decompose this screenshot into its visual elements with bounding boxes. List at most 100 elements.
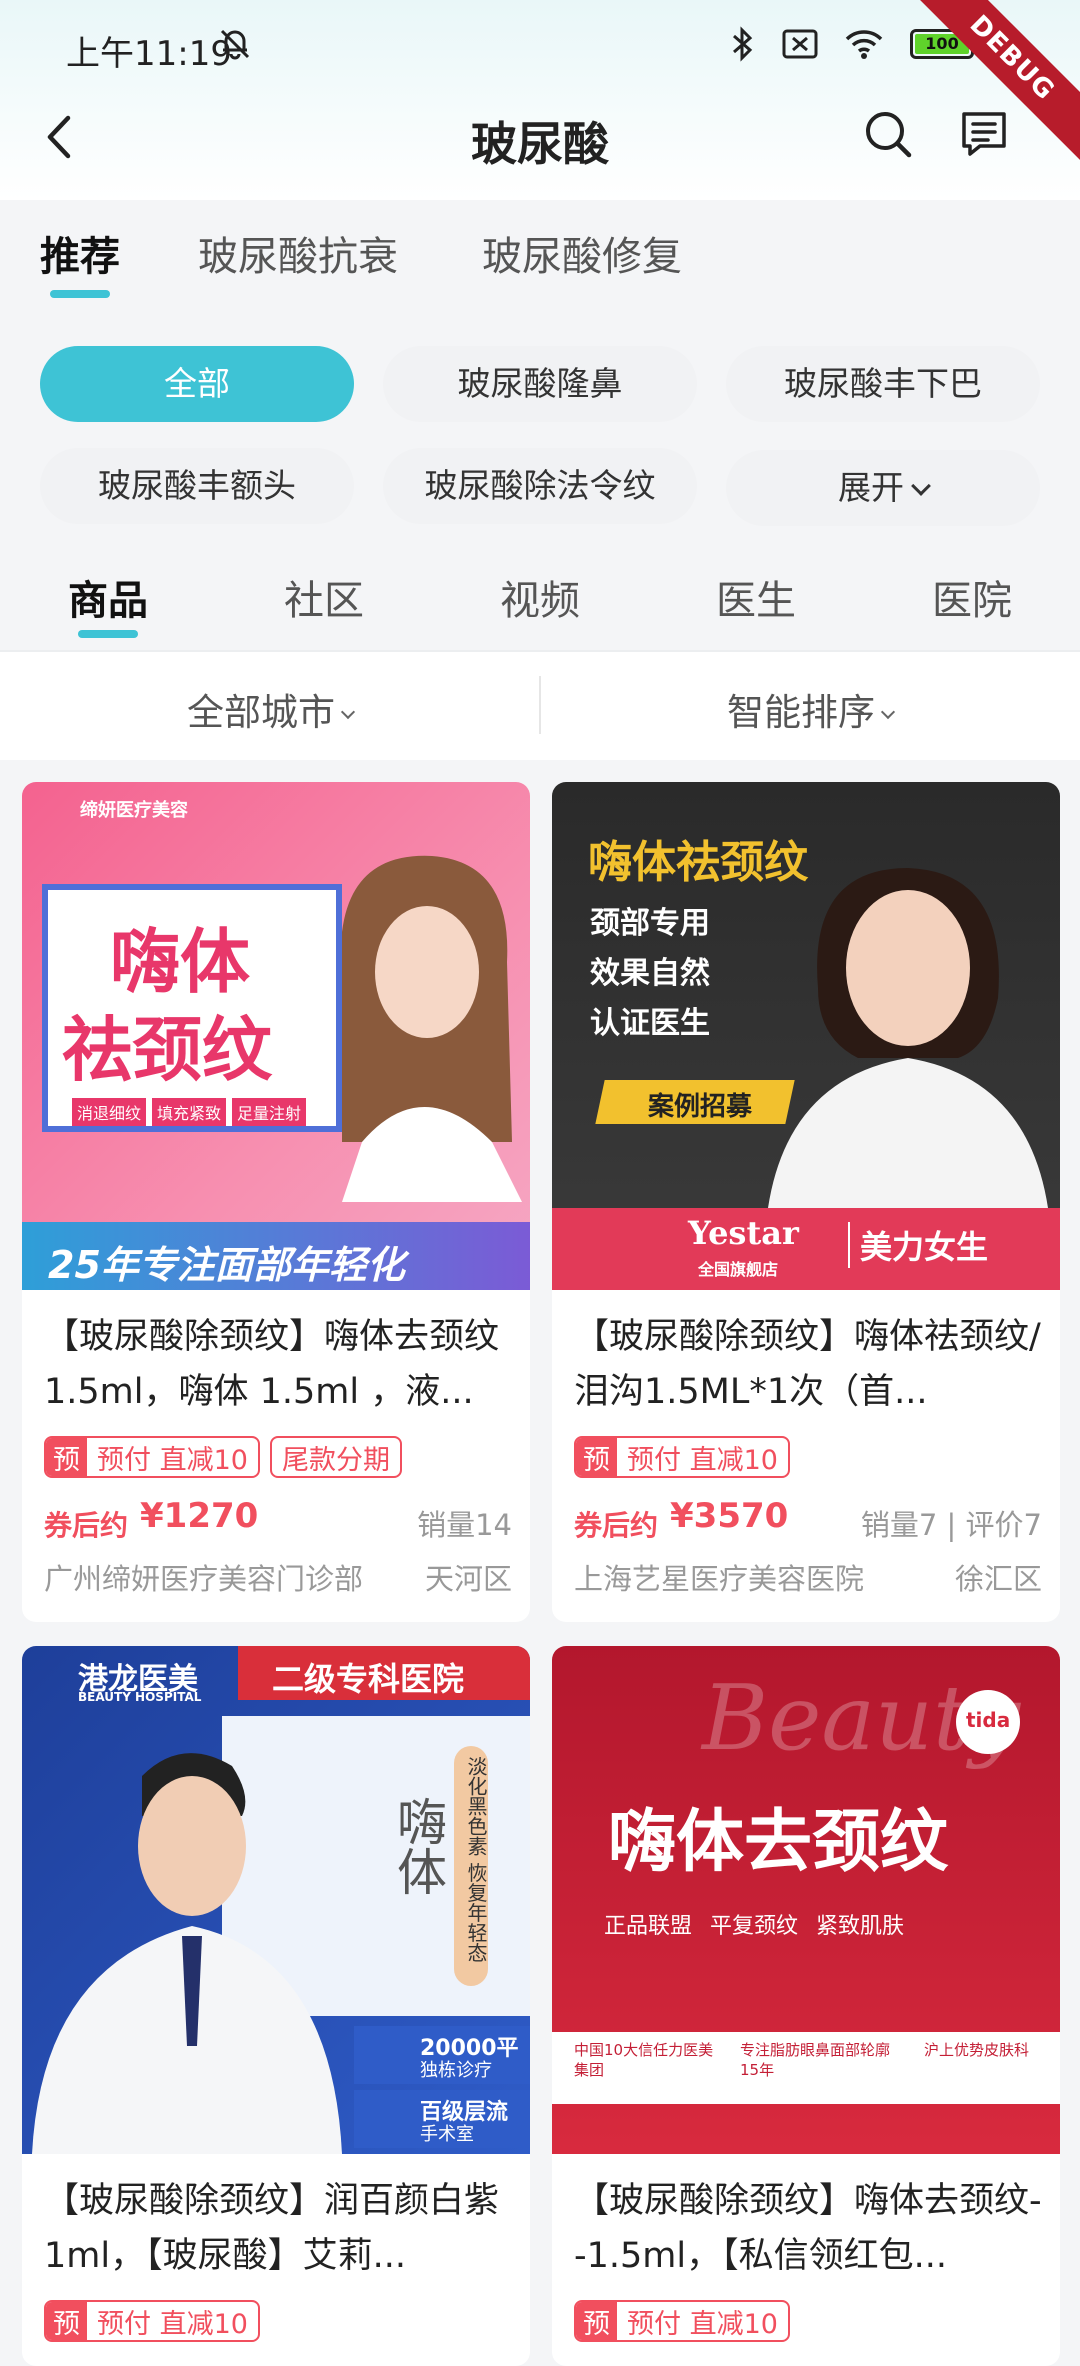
prepay-tag: 预预付 直减10: [44, 2300, 260, 2342]
sales-count: 销量14: [417, 1508, 512, 1542]
image-brand-sub: 全国旗舰店: [698, 1260, 779, 1279]
chip-nose[interactable]: 玻尿酸隆鼻: [383, 346, 697, 422]
tag-prefix: 预: [576, 2302, 617, 2340]
hospital-area: 徐汇区: [954, 1562, 1042, 1596]
mute-bell-icon: [220, 29, 250, 60]
chip-chin[interactable]: 玻尿酸丰下巴: [726, 346, 1040, 422]
image-feature-sub: 手术室: [420, 2124, 474, 2145]
sort-filter[interactable]: 智能排序: [540, 682, 1080, 736]
hospital-name[interactable]: 上海艺星医疗美容医院: [574, 1562, 864, 1596]
image-slogan: 美力女生: [848, 1222, 988, 1268]
hospital-row: 广州缔妍医疗美容门诊部 天河区: [44, 1556, 512, 1598]
chevron-down-icon: [911, 476, 931, 496]
sim-icon: [782, 29, 818, 59]
tab-doctors[interactable]: 医生: [648, 568, 864, 626]
tab-recommend[interactable]: 推荐: [40, 224, 120, 282]
filter-bar: 全部城市 智能排序: [0, 652, 1080, 760]
chevron-down-icon: [340, 704, 356, 720]
bluetooth-icon: [733, 26, 753, 62]
tag-text: 预付 直减10: [627, 2308, 778, 2340]
doctor-portrait: [32, 1753, 342, 2154]
content-tabs: 商品 社区 视频 医生 医院: [0, 560, 1080, 650]
city-filter[interactable]: 全部城市: [0, 682, 540, 736]
product-tags: 预预付 直减10: [44, 2300, 260, 2342]
product-title: 【玻尿酸除颈纹】嗨体去颈纹--1.5ml，【私信领红包...: [574, 2181, 1042, 2276]
city-filter-label: 全部城市: [187, 691, 335, 734]
tab-hyaluronic-repair[interactable]: 玻尿酸修复: [482, 224, 682, 282]
price: ¥1270: [140, 1496, 259, 1536]
sort-filter-label: 智能排序: [727, 691, 875, 734]
tab-videos[interactable]: 视频: [432, 568, 648, 626]
image-check: 紧致肌肤: [816, 1914, 905, 1939]
image-headline-1: 嗨体: [110, 921, 250, 1003]
doctor-portrait: [768, 868, 1048, 1208]
tab-hyaluronic-antiaging[interactable]: 玻尿酸抗衰: [198, 224, 398, 282]
chip-expand-label: 展开: [838, 468, 904, 507]
chip-forehead[interactable]: 玻尿酸丰额头: [40, 448, 354, 524]
image-brand: 缔妍医疗美容: [80, 800, 188, 821]
product-tags: 预预付 直减10: [574, 1436, 790, 1478]
product-tags: 预预付 直减10 尾款分期: [44, 1436, 402, 1478]
hospital-row: 上海艺星医疗美容医院 徐汇区: [574, 1556, 1042, 1598]
product-card[interactable]: 嗨体祛颈纹 颈部专用 效果自然 认证医生 案例招募 Yestar 全国旗舰店 美…: [552, 782, 1060, 1622]
image-check: 正品联盟: [604, 1914, 693, 1939]
image-bottom-text: 沪上优势皮肤科: [924, 2041, 1030, 2059]
sales-count: 销量7 | 评价7: [860, 1508, 1042, 1542]
coupon-label: 券后约: [44, 1509, 129, 1542]
tab-community[interactable]: 社区: [216, 568, 432, 626]
tag-text: 预付 直减10: [97, 2308, 248, 2340]
status-bar: 上午11:19 100 DEBUG: [0, 0, 1080, 167]
model-portrait: [342, 855, 522, 1202]
status-time: 上午11:19: [66, 34, 232, 74]
tab-hospitals[interactable]: 医院: [864, 568, 1080, 626]
image-feature-sub: 独栋诊疗: [420, 2060, 492, 2081]
image-brand: Yestar: [688, 1214, 799, 1252]
chip-nasolabial[interactable]: 玻尿酸除法令纹: [383, 448, 697, 524]
image-bottom-text: 中国10大信任力医美集团: [574, 2041, 714, 2079]
product-card[interactable]: Beauty tida 嗨体去颈纹 正品联盟 平复颈纹 紧致肌肤 中国10大信任…: [552, 1646, 1060, 2366]
image-line: 认证医生: [590, 1006, 710, 1041]
tag-text: 尾款分期: [281, 1444, 390, 1476]
image-bottom-text: 专注脂肪眼鼻面部轮廓15年: [740, 2041, 891, 2079]
image-badge: 消退细纹: [72, 1098, 147, 1126]
price-row: 券后约 ¥1270 销量14: [44, 1494, 512, 1544]
image-headline-2: 祛颈纹: [62, 1009, 272, 1091]
image-badge: 填充紧致: [152, 1098, 227, 1126]
product-image: 嗨体祛颈纹 颈部专用 效果自然 认证医生 案例招募 Yestar 全国旗舰店 美…: [552, 782, 1060, 1290]
hospital-name[interactable]: 广州缔妍医疗美容门诊部: [44, 1562, 363, 1596]
tag-prefix: 预: [46, 2302, 87, 2340]
chip-expand[interactable]: 展开: [726, 450, 1040, 526]
hospital-area: 天河区: [424, 1562, 512, 1596]
price-row: 券后约 ¥3570 销量7 | 评价7: [574, 1494, 1042, 1544]
prepay-tag: 预预付 直减10: [574, 2300, 790, 2342]
tab-products[interactable]: 商品: [0, 568, 216, 626]
prepay-tag: 预预付 直减10: [44, 1436, 260, 1478]
product-tags: 预预付 直减10: [574, 2300, 790, 2342]
image-check: 平复颈纹: [710, 1914, 799, 1939]
product-image: Beauty tida 嗨体去颈纹 正品联盟 平复颈纹 紧致肌肤 中国10大信任…: [552, 1646, 1060, 2154]
image-banner: 二级专科医院: [272, 1660, 465, 1698]
image-badge: 案例招募: [648, 1092, 753, 1122]
tag-prefix: 预: [576, 1438, 617, 1476]
image-footer: 25年专注面部年轻化: [48, 1243, 405, 1287]
category-tabs: 推荐 玻尿酸抗衰 玻尿酸修复: [0, 224, 1080, 304]
product-card[interactable]: 港龙医美 BEAUTY HOSPITAL 二级专科医院 嗨体 淡化黑色素 恢复年…: [22, 1646, 530, 2366]
product-image: 缔妍医疗美容 嗨体 祛颈纹 消退细纹 填充紧致 足量注射 25年专注面部年轻化: [22, 782, 530, 1290]
product-title: 【玻尿酸除颈纹】嗨体祛颈纹/泪沟1.5ML*1次（首...: [574, 1317, 1041, 1412]
chip-all[interactable]: 全部: [40, 346, 354, 422]
message-list-icon[interactable]: [958, 108, 1010, 160]
image-vertical-text: 淡化黑色素 恢复年轻态: [464, 1756, 488, 1963]
prepay-tag: 预预付 直减10: [574, 1436, 790, 1478]
tag-prefix: 预: [46, 1438, 87, 1476]
page-title: 玻尿酸: [471, 117, 609, 171]
coupon-label: 券后约: [574, 1509, 659, 1542]
image-brand-en: BEAUTY HOSPITAL: [78, 1690, 202, 1704]
product-image: 港龙医美 BEAUTY HOSPITAL 二级专科医院 嗨体 淡化黑色素 恢复年…: [22, 1646, 530, 2154]
product-card[interactable]: 缔妍医疗美容 嗨体 祛颈纹 消退细纹 填充紧致 足量注射 25年专注面部年轻化 …: [22, 782, 530, 1622]
content-tab-indicator: [78, 630, 138, 638]
search-icon[interactable]: [862, 108, 914, 160]
image-line: 颈部专用: [590, 906, 710, 941]
image-side-title: 嗨体: [389, 1796, 447, 1896]
product-title: 【玻尿酸除颈纹】嗨体去颈纹1.5ml，嗨体 1.5ml ，液...: [44, 1317, 500, 1412]
price: ¥3570: [670, 1496, 789, 1536]
